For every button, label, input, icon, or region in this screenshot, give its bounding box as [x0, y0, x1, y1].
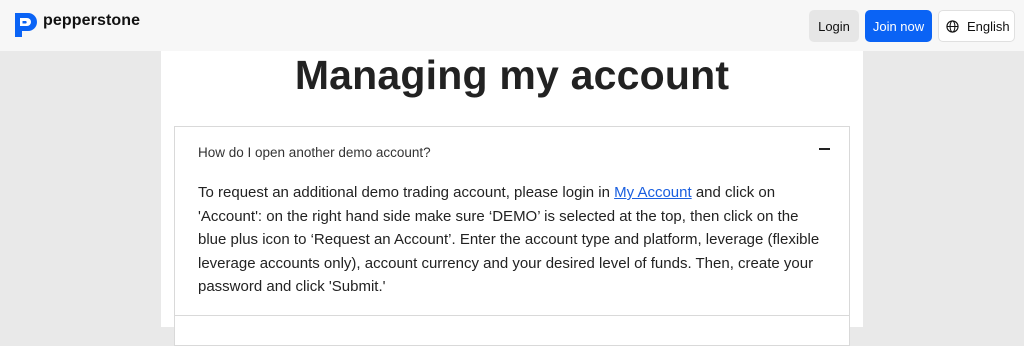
page-title: Managing my account	[294, 52, 730, 98]
language-selector[interactable]: English	[938, 10, 1015, 42]
content-card: Managing my account How do I open anothe…	[161, 51, 863, 346]
brand-logo[interactable]: pepperstone	[9, 10, 140, 40]
answer-text-start: To request an additional demo trading ac…	[198, 184, 615, 201]
faq-question[interactable]: How do I open another demo account?	[198, 145, 431, 160]
language-label: English	[967, 18, 1010, 34]
accordion-divider	[175, 315, 849, 316]
globe-icon	[946, 19, 959, 33]
minus-icon[interactable]	[819, 148, 830, 150]
brand-name: pepperstone	[43, 12, 141, 29]
join-now-button[interactable]: Join now	[865, 10, 932, 42]
faq-answer: To request an additional demo trading ac…	[198, 181, 830, 299]
pepperstone-logo-icon	[15, 13, 37, 37]
my-account-link[interactable]: My Account	[614, 184, 692, 201]
faq-accordion: How do I open another demo account? To r…	[174, 126, 850, 346]
login-button[interactable]: Login	[809, 10, 859, 42]
top-navigation-bar: pepperstone Login Join now English	[0, 0, 1024, 51]
